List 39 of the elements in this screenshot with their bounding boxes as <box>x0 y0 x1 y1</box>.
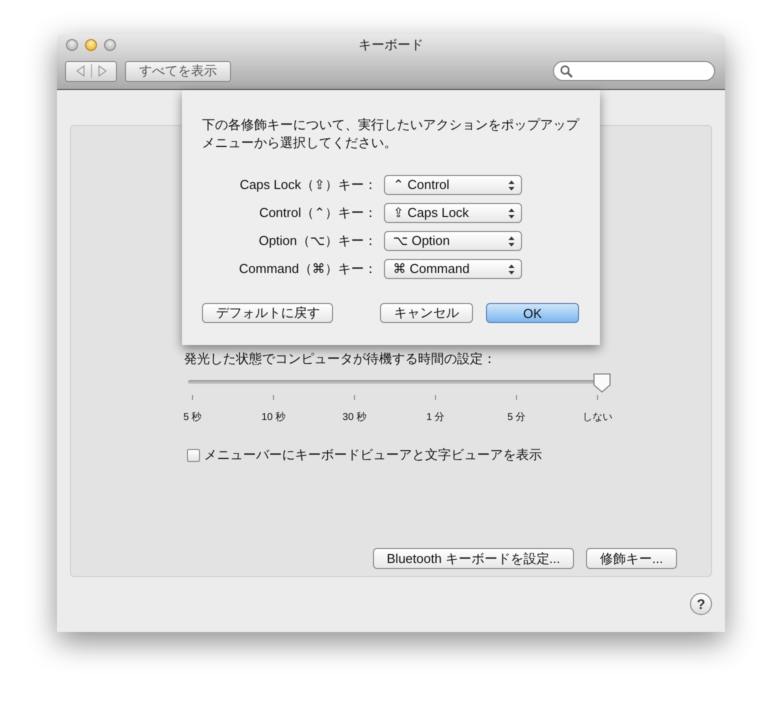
action-popup[interactable]: ⇪ Caps Lock <box>384 203 522 223</box>
modifier-key-label: Command（⌘）キー： <box>238 260 377 278</box>
action-popup[interactable]: ⌥ Option <box>384 231 522 251</box>
zoom-icon[interactable] <box>104 39 116 51</box>
panel-button[interactable]: Bluetooth キーボードを設定... <box>372 548 574 569</box>
action-popup[interactable]: ⌘ Command <box>384 259 522 279</box>
tick-label: 30 秒 <box>342 410 366 424</box>
up-down-arrows-icon <box>508 264 515 274</box>
sheet-button[interactable]: キャンセル <box>380 303 473 323</box>
minimize-icon[interactable] <box>85 39 97 51</box>
search-field[interactable] <box>553 61 715 81</box>
back-icon[interactable] <box>74 65 86 77</box>
up-down-arrows-icon <box>508 180 515 190</box>
tick-label: 10 秒 <box>262 410 286 424</box>
modifier-key-label: Control（⌃）キー： <box>258 204 377 222</box>
checkbox-label: メニューバーにキーボードビューアと文字ビューアを表示 <box>204 446 542 464</box>
panel-button[interactable]: 修飾キー... <box>586 548 677 569</box>
up-down-arrows-icon <box>508 208 515 218</box>
show-all-button[interactable]: すべてを表示 <box>125 60 231 82</box>
back-forward-control[interactable] <box>65 60 117 82</box>
sheet-message: 下の各修飾キーについて、実行したいアクションをポップアップメニューから選択してください。 <box>202 116 580 152</box>
close-icon[interactable] <box>66 39 78 51</box>
tick-label: 1 分 <box>426 411 445 424</box>
sheet-button[interactable]: デフォルトに戻す <box>202 303 333 323</box>
forward-icon[interactable] <box>96 65 108 77</box>
up-down-arrows-icon <box>508 236 515 246</box>
tick-label: 5 分 <box>507 411 526 424</box>
modifier-key-label: Caps Lock（⇪）キー： <box>238 176 377 194</box>
action-popup[interactable]: ⌃ Control <box>384 175 522 195</box>
ok-button[interactable]: OK <box>486 303 579 323</box>
modifier-key-label: Option（⌥）キー： <box>258 232 377 250</box>
search-icon <box>560 64 573 78</box>
slider-label: 発光した状態でコンピュータが待機する時間の設定： <box>184 350 496 368</box>
checkbox[interactable] <box>187 448 200 462</box>
window-title: キーボード <box>358 36 424 54</box>
slider-thumb[interactable] <box>593 373 611 393</box>
tick-label: しない <box>582 411 612 424</box>
help-button[interactable]: ? <box>690 593 712 615</box>
tick-label: 5 秒 <box>183 410 202 424</box>
